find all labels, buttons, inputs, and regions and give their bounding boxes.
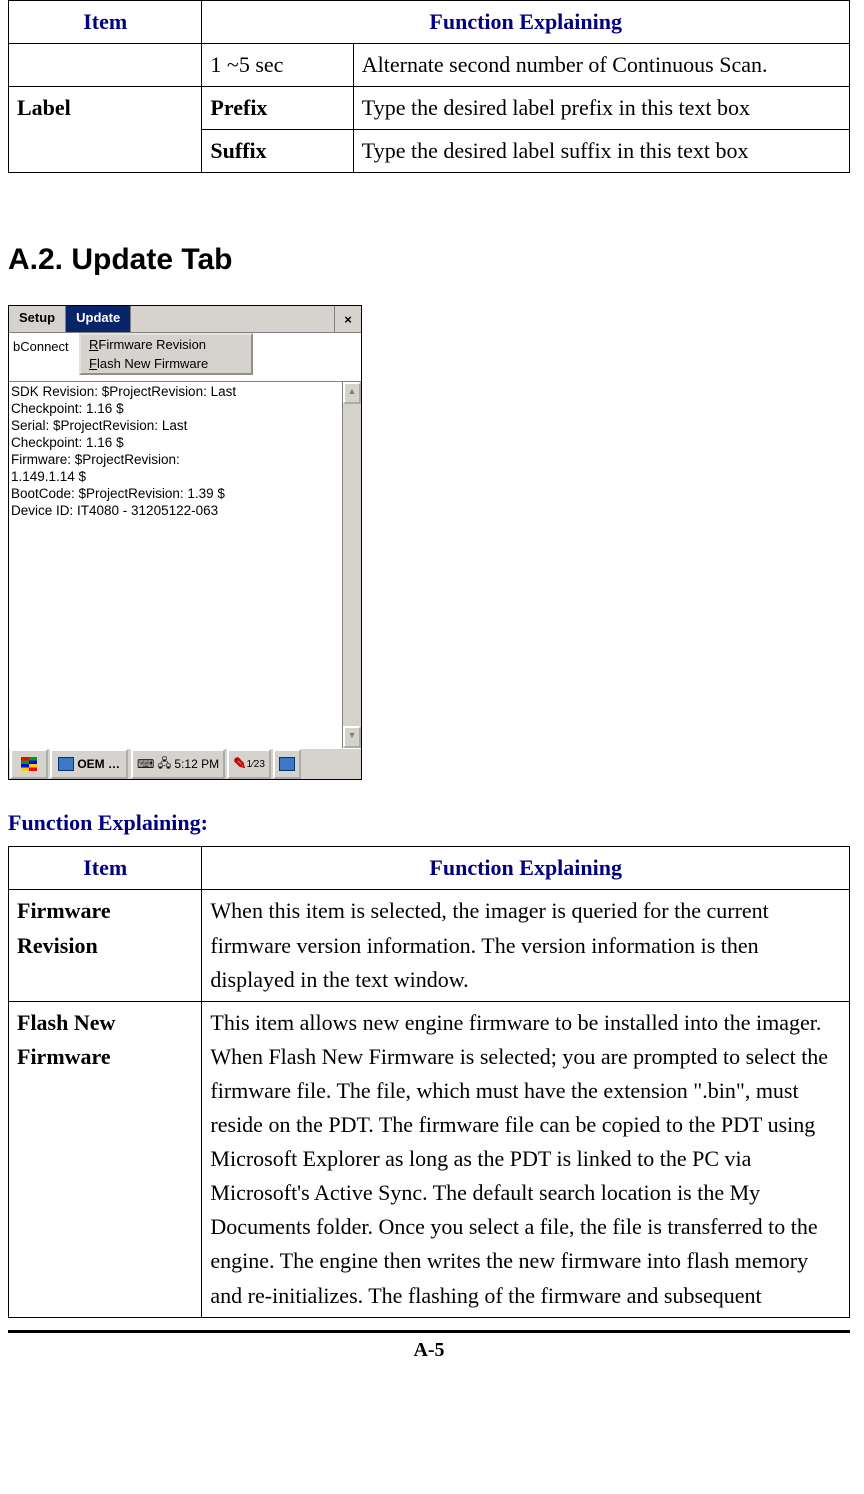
page-number: A-5: [8, 1339, 850, 1362]
keyboard-icon: ⌨: [137, 757, 154, 771]
cell-item-label: Label: [9, 87, 202, 173]
systray[interactable]: ⌨ 🖧 5:12 PM: [131, 749, 225, 779]
cell-option: Prefix: [202, 87, 353, 130]
menu-item-firmware-revision[interactable]: RFirmware Revision: [81, 335, 251, 354]
scroll-down-icon[interactable]: ▼: [343, 726, 361, 748]
windows-icon: [279, 757, 295, 771]
windows-logo-icon: [21, 757, 37, 771]
clock: 5:12 PM: [174, 757, 219, 771]
taskbar: OEM … ⌨ 🖧 5:12 PM ✎1⁄23: [9, 748, 361, 779]
cell-item: Firmware Revision: [9, 890, 202, 1001]
section-heading: A.2. Update Tab: [8, 243, 850, 277]
taskbar-app-button[interactable]: OEM …: [50, 749, 128, 779]
table-row: Firmware Revision When this item is sele…: [9, 890, 850, 1001]
start-button[interactable]: [10, 749, 48, 779]
subheading: Function Explaining:: [8, 810, 850, 836]
cell-desc: Alternate second number of Continuous Sc…: [353, 44, 849, 87]
tab-bar: Setup Update ×: [9, 306, 361, 333]
cell-item: [9, 44, 202, 87]
table-row: 1 ~5 sec Alternate second number of Cont…: [9, 44, 850, 87]
cell-option: 1 ~5 sec: [202, 44, 353, 87]
close-button[interactable]: ×: [334, 306, 361, 332]
update-menu: RFirmware Revision Flash New Firmware: [79, 333, 253, 375]
cascade-windows-button[interactable]: [273, 749, 301, 779]
pen-icon: ✎: [233, 754, 246, 774]
cell-desc: When this item is selected, the imager i…: [202, 890, 850, 1001]
app-icon: [58, 757, 74, 771]
cell-desc: Type the desired label prefix in this te…: [353, 87, 849, 130]
cell-option: Suffix: [202, 130, 353, 173]
device-screenshot: Setup Update × bConnect RFirmware Revisi…: [8, 305, 362, 780]
cell-desc: This item allows new engine firmware to …: [202, 1001, 850, 1317]
calendar-button[interactable]: ✎1⁄23: [227, 749, 271, 779]
info-text: SDK Revision: $ProjectRevision: Last Che…: [9, 382, 342, 748]
function-table: Item Function Explaining Firmware Revisi…: [8, 846, 850, 1317]
col-header-item: Item: [9, 847, 202, 890]
cell-desc: Type the desired label suffix in this te…: [353, 130, 849, 173]
col-header-func: Function Explaining: [202, 847, 850, 890]
tab-setup[interactable]: Setup: [9, 306, 66, 332]
info-textarea: SDK Revision: $ProjectRevision: Last Che…: [9, 381, 361, 748]
cell-item: Flash New Firmware: [9, 1001, 202, 1317]
scrollbar[interactable]: ▲ ▼: [342, 382, 361, 748]
col-header-item: Item: [9, 1, 202, 44]
settings-table: Item Function Explaining 1 ~5 sec Altern…: [8, 0, 850, 173]
menu-item-flash-new-firmware[interactable]: Flash New Firmware: [81, 354, 251, 373]
taskbar-app-label: OEM …: [77, 757, 120, 771]
footer-rule: [8, 1330, 850, 1333]
scroll-up-icon[interactable]: ▲: [343, 382, 361, 404]
calendar-date: 1⁄23: [247, 759, 265, 770]
network-icon: 🖧: [158, 754, 171, 775]
tab-update[interactable]: Update: [66, 306, 131, 332]
table-row: Flash New Firmware This item allows new …: [9, 1001, 850, 1317]
table-row: Label Prefix Type the desired label pref…: [9, 87, 850, 130]
col-header-func: Function Explaining: [202, 1, 850, 44]
